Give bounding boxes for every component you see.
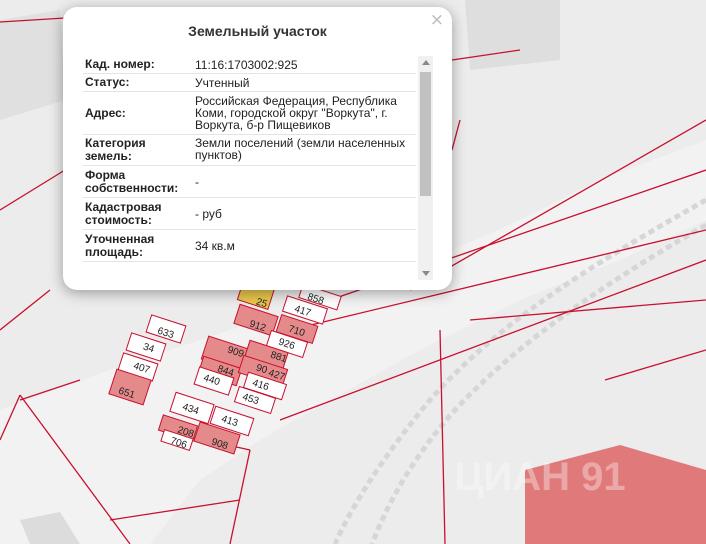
- info-row-status: Статус: Учтенный: [83, 74, 416, 92]
- info-table: Кад. номер: 11:16:1703002:925 Статус: Уч…: [83, 56, 416, 262]
- popup-scrollbar[interactable]: [418, 56, 433, 280]
- scroll-down-icon[interactable]: [422, 271, 430, 276]
- watermark: ЦИАН 91: [454, 455, 625, 499]
- row-label: Кадастровая стоимость:: [85, 199, 162, 227]
- row-value: -: [195, 174, 199, 189]
- popup-body[interactable]: Кад. номер: 11:16:1703002:925 Статус: Уч…: [83, 56, 433, 280]
- row-label: Статус:: [85, 75, 130, 89]
- row-label: Уточненная площадь:: [85, 231, 155, 259]
- row-value: - руб: [195, 206, 222, 221]
- popup-title: Земельный участок: [188, 23, 327, 39]
- info-row-address: Адрес: Российская Федерация, Республика …: [83, 92, 416, 135]
- info-row-cadastral-cost: Кадастровая стоимость: - руб: [83, 198, 416, 230]
- info-row-ownership: Форма собственности: -: [83, 166, 416, 198]
- row-label: Форма собственности:: [85, 167, 179, 195]
- info-row-cadastral-number: Кад. номер: 11:16:1703002:925: [83, 56, 416, 74]
- scroll-up-icon[interactable]: [422, 60, 430, 65]
- scrollbar-thumb[interactable]: [420, 72, 431, 196]
- row-value: Земли поселений (земли населенных пункто…: [195, 136, 406, 162]
- info-row-land-category: Категория земель: Земли поселений (земли…: [83, 135, 416, 166]
- row-value: 11:16:1703002:925: [195, 57, 298, 72]
- row-label: Адрес:: [85, 105, 126, 120]
- row-value: Учтенный: [195, 75, 250, 90]
- row-label: Кад. номер:: [85, 57, 155, 71]
- close-icon[interactable]: ×: [430, 10, 444, 30]
- building-footprint: [465, 0, 560, 70]
- parcel-info-popup: Земельный участок × Кад. номер: 11:16:17…: [63, 7, 452, 290]
- row-value: Российская Федерация, Республика Коми, г…: [195, 94, 397, 132]
- row-label: Категория земель:: [85, 136, 146, 163]
- row-value: 34 кв.м: [195, 238, 235, 253]
- info-row-area: Уточненная площадь: 34 кв.м: [83, 230, 416, 262]
